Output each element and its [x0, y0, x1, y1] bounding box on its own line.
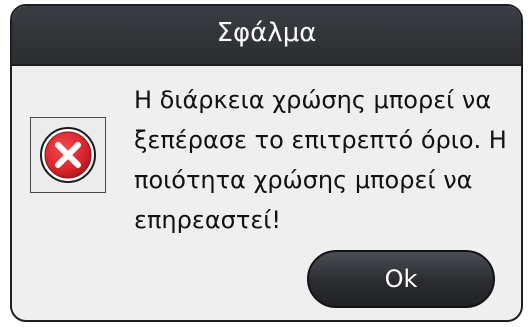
error-icon-frame [30, 117, 106, 193]
message-line: Η διάρκεια χρώσης μπορεί να [134, 86, 492, 114]
message-line: ποιότητα χρώσης μπορεί να [134, 166, 473, 194]
message-line: ξεπέρασε το επιτρεπτό όριο. Η [134, 126, 507, 154]
ok-button[interactable]: Ok [307, 250, 495, 308]
message-line: επηρεαστεί! [134, 206, 282, 234]
dialog-title: Σφάλμα [216, 18, 317, 48]
error-dialog: Σφάλμα Η διάρκεια χρώσης μπορεί να ξεπέρ… [10, 4, 523, 322]
dialog-titlebar: Σφάλμα [12, 6, 521, 66]
error-icon [40, 127, 96, 183]
error-message: Η διάρκεια χρώσης μπορεί να ξεπέρασε το … [134, 80, 521, 240]
